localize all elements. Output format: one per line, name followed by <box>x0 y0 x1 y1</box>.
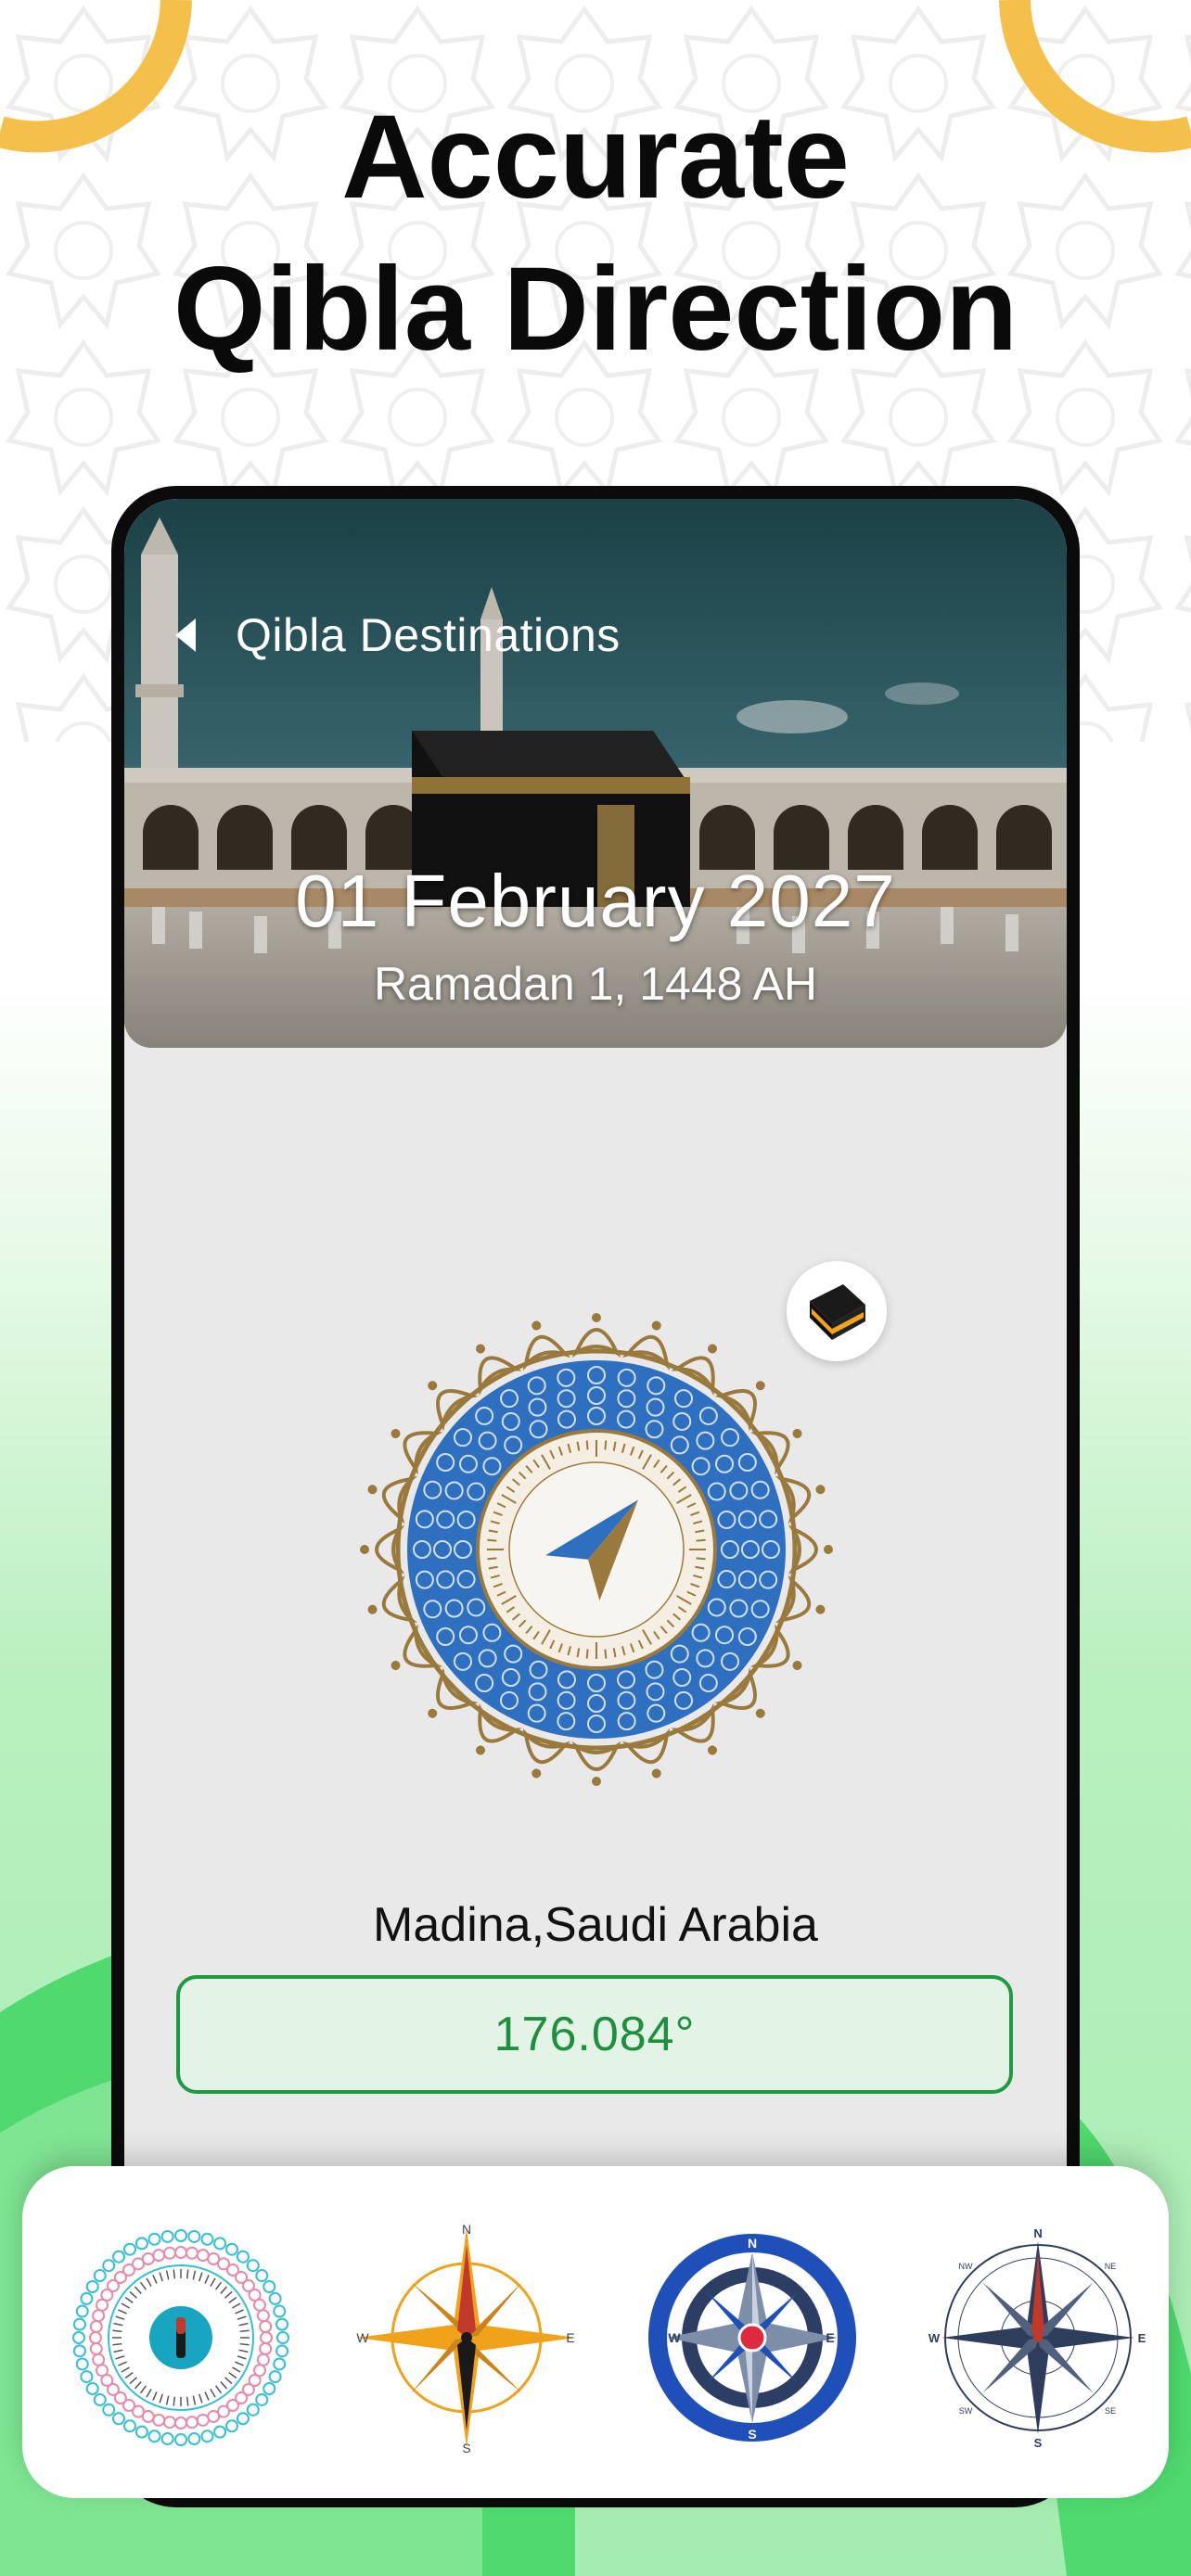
navy-compass-nw-label: NW <box>959 2262 973 2271</box>
gregorian-date: 01 February 2027 <box>295 860 896 942</box>
header-nav: Qibla Destinations <box>167 608 621 662</box>
gold-compass-s-label: S <box>462 2441 470 2454</box>
navy-compass-w-label: W <box>928 2331 941 2345</box>
screen-title: Qibla Destinations <box>236 609 621 661</box>
compass-style-classic-navy[interactable]: N S E W NW NE SW SE <box>922 2222 1154 2454</box>
blue-compass-s-label: S <box>748 2427 756 2442</box>
navy-compass-ne-label: NE <box>1105 2262 1117 2271</box>
gold-compass-w-label: W <box>356 2330 369 2345</box>
gold-compass-n-label: N <box>462 2222 471 2237</box>
blue-compass-w-label: W <box>668 2330 681 2345</box>
navy-compass-se-label: SE <box>1105 2406 1116 2416</box>
header-photo-kaaba: Qibla Destinations 01 February 2027 Rama… <box>124 499 1067 1048</box>
compass-style-blue-ring[interactable]: N S E W <box>636 2222 868 2454</box>
compass-style-gold-star[interactable]: N S E W <box>351 2222 583 2454</box>
back-arrow-icon <box>175 618 196 652</box>
navy-compass-s-label: S <box>1034 2436 1043 2450</box>
qibla-compass <box>360 1313 833 1786</box>
hijri-date: Ramadan 1, 1448 AH <box>373 958 818 1010</box>
compass-style-picker: N S E W N S E W N S E W NW NE SW SE <box>22 2166 1169 2498</box>
hero-title-line1: Accurate <box>341 91 850 223</box>
hero-title: Accurate Qibla Direction <box>0 82 1191 386</box>
navy-compass-e-label: E <box>1138 2331 1146 2345</box>
gold-compass-e-label: E <box>566 2330 574 2345</box>
blue-compass-n-label: N <box>748 2236 757 2251</box>
location-label: Madina,Saudi Arabia <box>373 1898 818 1952</box>
hero-title-line2: Qibla Direction <box>173 243 1018 376</box>
qibla-degree-display: 176.084° <box>176 1975 1013 2094</box>
navy-compass-sw-label: SW <box>959 2406 973 2416</box>
blue-compass-e-label: E <box>826 2330 834 2345</box>
navy-compass-n-label: N <box>1033 2226 1042 2240</box>
back-button[interactable] <box>167 612 204 658</box>
compass-style-ornate[interactable] <box>65 2222 297 2454</box>
